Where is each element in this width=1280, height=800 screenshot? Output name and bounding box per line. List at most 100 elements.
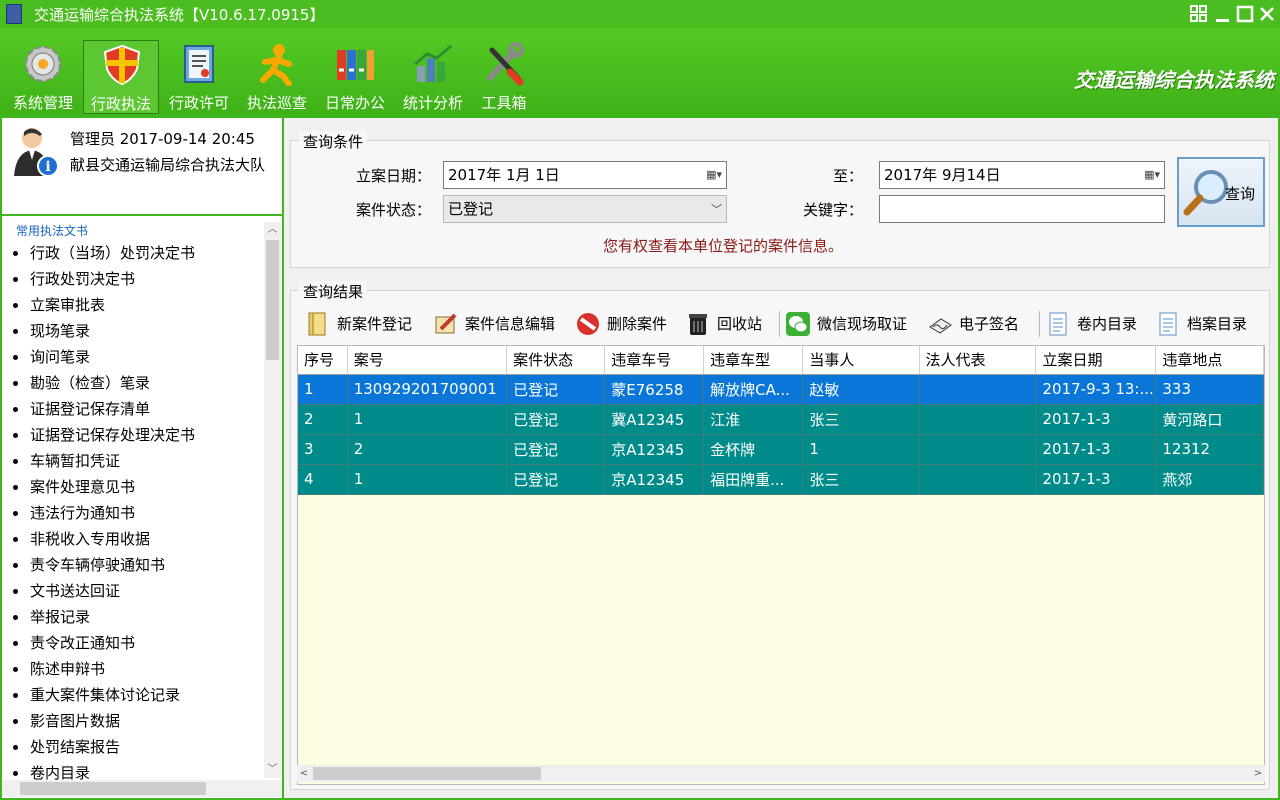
table-cell: 已登记 [506, 374, 606, 405]
sidebar-item[interactable]: 责令改正通知书 [2, 630, 264, 656]
folder-icon [308, 312, 326, 336]
sidebar-item[interactable]: 勘验（检查）笔录 [2, 370, 264, 396]
ribbon-statistics[interactable]: 统计分析 [395, 40, 471, 114]
table-cell [919, 404, 1037, 435]
user-role-datetime: 管理员 2017-09-14 20:45 [70, 130, 255, 148]
search-button[interactable]: 查询 [1177, 157, 1265, 227]
table-cell: 蒙E76258 [604, 374, 705, 405]
column-header[interactable]: 违章车号 [604, 346, 705, 375]
table-cell: 1 [298, 374, 348, 405]
minimize-icon[interactable] [1212, 3, 1234, 25]
column-header[interactable]: 违章车型 [703, 346, 804, 375]
app-icon [6, 4, 22, 24]
table-row[interactable]: 2 1 已登记 冀A12345 江淮 张三 2017-1-3 黄河路口 [298, 404, 1264, 435]
main-panel: 查询条件 立案日期： 2017年 1月 1日 ▦▾ 至： 2017年 9月14日… [284, 118, 1278, 798]
date-to-picker[interactable]: 2017年 9月14日 ▦▾ [879, 161, 1165, 189]
table-cell: 130929201709001 [347, 374, 508, 405]
table-cell: 1 [802, 434, 920, 465]
calendar-dropdown-icon[interactable]: ▦▾ [706, 162, 722, 188]
results-table: 序号 案号 案件状态 违章车号 违章车型 当事人 法人代表 立案日期 违章地点 … [298, 346, 1264, 495]
ribbon-enforcement-patrol[interactable]: 执法巡查 [239, 40, 315, 114]
document-icon [184, 45, 214, 83]
sidebar-item[interactable]: 车辆暂扣凭证 [2, 448, 264, 474]
table-cell: 京A12345 [604, 464, 705, 495]
column-header[interactable]: 案件状态 [506, 346, 606, 375]
sidebar-item[interactable]: 卷内目录 [2, 760, 264, 780]
column-header[interactable]: 当事人 [802, 346, 920, 375]
table-header-row: 序号 案号 案件状态 违章车号 违章车型 当事人 法人代表 立案日期 违章地点 [298, 346, 1264, 375]
table-row[interactable]: 4 1 已登记 京A12345 福田牌重... 张三 2017-1-3 燕郊 [298, 464, 1264, 495]
table-cell: 张三 [802, 464, 920, 495]
window-title: 交通运输综合执法系统【V10.6.17.0915】 [34, 6, 325, 24]
scroll-left-icon[interactable]: < [297, 765, 311, 782]
doc-list-icon [1049, 312, 1067, 336]
sidebar-item[interactable]: 责令车辆停驶通知书 [2, 552, 264, 578]
sidebar-item[interactable]: 文书送达回证 [2, 578, 264, 604]
ribbon-toolbox[interactable]: 工具箱 [466, 40, 542, 114]
ribbon-administrative-enforcement[interactable]: 行政执法 [83, 40, 159, 114]
column-header[interactable]: 违章地点 [1155, 346, 1264, 375]
table-cell: 江淮 [703, 404, 804, 435]
column-header[interactable]: 案号 [347, 346, 508, 375]
calendar-dropdown-icon[interactable]: ▦▾ [1144, 162, 1160, 188]
signature-icon [929, 318, 952, 334]
chart-icon [414, 44, 452, 82]
ribbon: 系统管理 行政执法 行政许可 执法巡查 日常办公 统计分析 工具箱 交通运输综合… [0, 28, 1280, 114]
maximize-icon[interactable] [1234, 3, 1256, 25]
scroll-up-icon[interactable]: ︿ [264, 222, 281, 238]
sidebar-item[interactable]: 影音图片数据 [2, 708, 264, 734]
keyword-input[interactable] [879, 195, 1165, 223]
scroll-thumb[interactable] [20, 782, 206, 795]
scroll-down-icon[interactable]: ﹀ [264, 762, 281, 778]
docs-header: 常用执法文书 [16, 224, 89, 238]
sidebar-item[interactable]: 立案审批表 [2, 292, 264, 318]
table-cell: 张三 [802, 404, 920, 435]
sidebar-item[interactable]: 询问笔录 [2, 344, 264, 370]
column-header[interactable]: 法人代表 [919, 346, 1037, 375]
table-cell: 已登记 [506, 404, 606, 435]
sidebar-item[interactable]: 案件处理意见书 [2, 474, 264, 500]
sidebar-item[interactable]: 证据登记保存清单 [2, 396, 264, 422]
sidebar-item[interactable]: 非税收入专用收据 [2, 526, 264, 552]
status-label: 案件状态： [355, 201, 431, 219]
chevron-down-icon: ﹀ [711, 203, 722, 216]
sidebar-item[interactable]: 证据登记保存处理决定书 [2, 422, 264, 448]
scroll-right-icon[interactable]: > [1251, 765, 1265, 782]
table-cell: 解放牌CA... [703, 374, 804, 405]
ribbon-system-management[interactable]: 系统管理 [5, 40, 81, 114]
table-cell: 2017-1-3 [1035, 404, 1157, 435]
table-row[interactable]: 1 130929201709001 已登记 蒙E76258 解放牌CA... 赵… [298, 374, 1264, 405]
tile-windows-icon[interactable] [1188, 3, 1210, 25]
query-group-title: 查询条件 [299, 131, 368, 152]
sidebar-vertical-scrollbar[interactable]: ︿ ﹀ [264, 222, 281, 778]
sidebar-item[interactable]: 行政处罚决定书 [2, 266, 264, 292]
table-row[interactable]: 3 2 已登记 京A12345 金杯牌 1 2017-1-3 12312 [298, 434, 1264, 465]
sidebar-item[interactable]: 现场笔录 [2, 318, 264, 344]
sidebar-horizontal-scrollbar[interactable] [2, 780, 282, 797]
status-select[interactable]: 已登记 ﹀ [443, 195, 727, 223]
scroll-thumb[interactable] [266, 240, 279, 360]
close-icon[interactable] [1256, 3, 1278, 25]
column-header[interactable]: 立案日期 [1035, 346, 1157, 375]
results-group-title: 查询结果 [299, 281, 368, 302]
sidebar-item[interactable]: 重大案件集体讨论记录 [2, 682, 264, 708]
brand-title: 交通运输综合执法系统 [1074, 68, 1274, 92]
table-cell: 1 [347, 464, 508, 495]
ribbon-administrative-permit[interactable]: 行政许可 [161, 40, 237, 114]
svg-text:i: i [45, 159, 50, 175]
ribbon-daily-office[interactable]: 日常办公 [317, 40, 393, 114]
results-horizontal-scrollbar[interactable]: < > [297, 765, 1265, 782]
scroll-thumb[interactable] [313, 767, 541, 780]
sidebar-item[interactable]: 处罚结案报告 [2, 734, 264, 760]
table-cell: 2017-9-3 13:... [1035, 374, 1157, 405]
shield-icon [103, 44, 141, 86]
sidebar-item[interactable]: 违法行为通知书 [2, 500, 264, 526]
sidebar-item[interactable]: 行政（当场）处罚决定书 [2, 240, 264, 266]
sidebar-item[interactable]: 举报记录 [2, 604, 264, 630]
table-cell: 2 [298, 404, 348, 435]
column-header[interactable]: 序号 [298, 346, 348, 375]
table-cell: 京A12345 [604, 434, 705, 465]
date-from-picker[interactable]: 2017年 1月 1日 ▦▾ [443, 161, 727, 189]
sidebar-item[interactable]: 陈述申辩书 [2, 656, 264, 682]
results-toolbar: 新案件登记 案件信息编辑 删除案件 回收站 微信现场取证 电子签名 卷内目录 档… [299, 307, 1265, 341]
